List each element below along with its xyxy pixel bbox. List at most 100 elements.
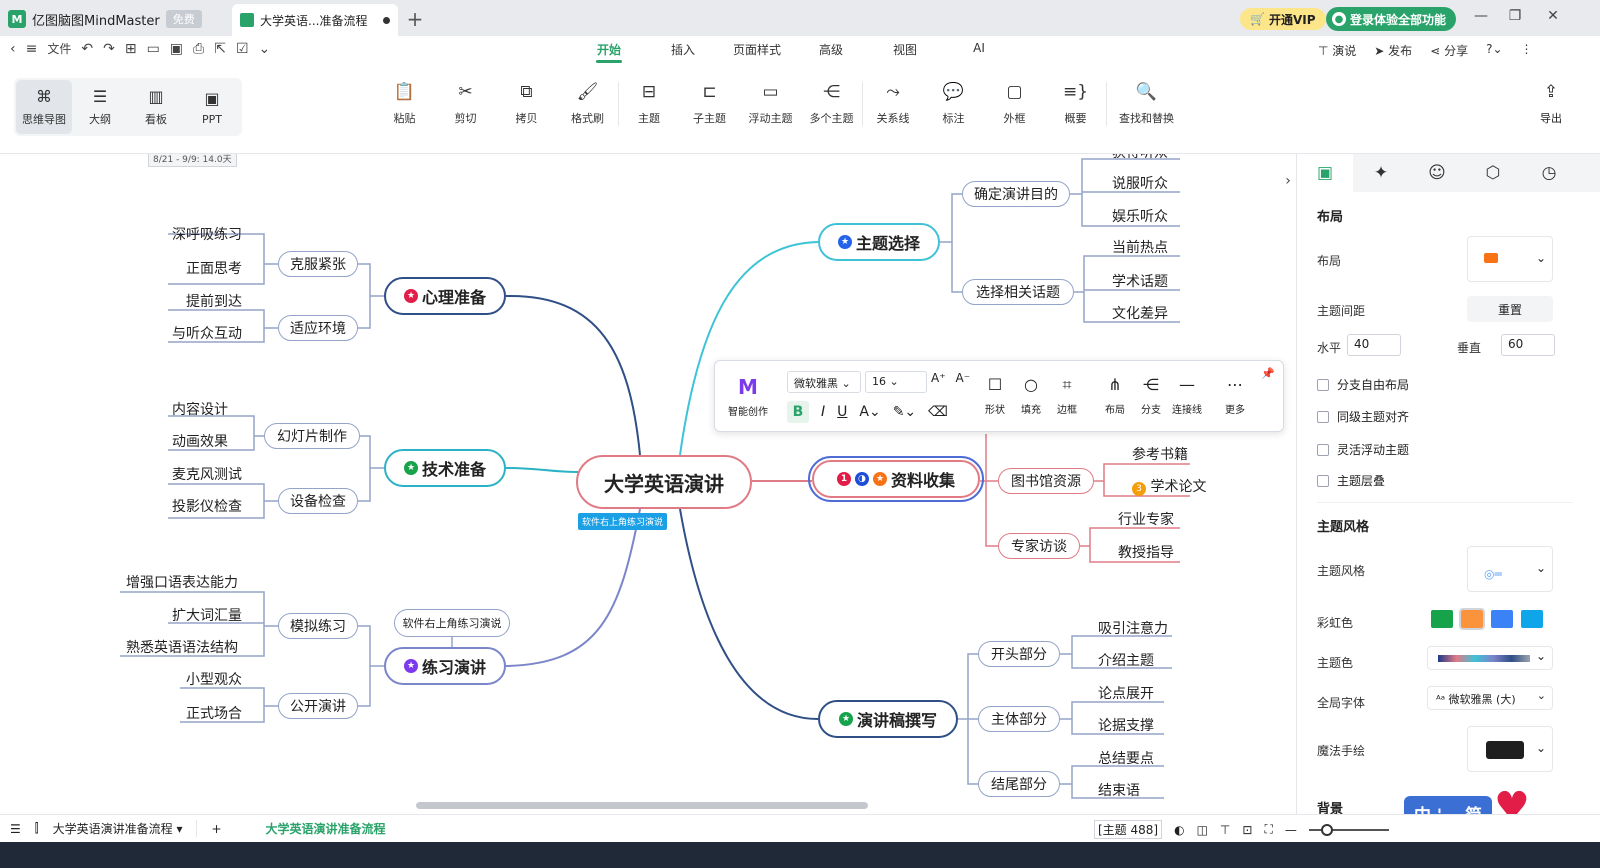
new-tab-button[interactable]: + — [404, 7, 426, 31]
main-topic-psychology[interactable]: ★ 心理准备 — [384, 277, 506, 315]
tab-advanced[interactable]: 高级 — [794, 41, 868, 58]
layout-select[interactable]: ⌄ — [1467, 236, 1553, 282]
theme-style-select[interactable]: ◎═ ⌄ — [1467, 546, 1553, 592]
view-outline[interactable]: ☰ 大纲 — [72, 80, 128, 134]
main-topic-research[interactable]: 1 ◑ ★ 资料收集 — [808, 456, 984, 502]
relationship-button[interactable]: ⤳ 关系线 — [862, 82, 923, 126]
leaf-topic[interactable]: 介绍主题 — [1098, 650, 1154, 670]
layout-button[interactable]: ⋔ 布局 — [1097, 375, 1133, 416]
global-font-select[interactable]: ᴬᵃ 微软雅黑 (大) ⌄ — [1427, 686, 1553, 710]
vertical-spacing-input[interactable]: 60 — [1501, 334, 1555, 356]
central-topic[interactable]: 大学英语演讲 — [576, 455, 752, 509]
font-grow-icon[interactable]: A⁺ — [931, 371, 946, 385]
more-button[interactable]: ⋯ 更多 — [1217, 375, 1253, 416]
outline-toggle-icon[interactable]: ☰ — [10, 822, 21, 836]
app-tab[interactable]: M 亿图脑图MindMaster 免费 — [8, 6, 202, 32]
align-checkbox[interactable]: 同级主题对齐 — [1317, 408, 1409, 425]
minimize-button[interactable]: — — [1470, 8, 1492, 28]
magic-hand-select[interactable]: ⌄ — [1467, 726, 1553, 772]
rainbow-swatch-1[interactable] — [1431, 610, 1453, 628]
hamburger-icon[interactable]: ≡ — [26, 41, 38, 57]
floating-topic-button[interactable]: ▭ 浮动主题 — [740, 82, 801, 126]
leaf-topic[interactable]: 扩大词汇量 — [172, 605, 242, 625]
branch-button[interactable]: ⋲ 分支 — [1133, 375, 1169, 416]
file-menu[interactable]: 文件 — [47, 40, 71, 57]
subtopic[interactable]: 幻灯片制作 — [264, 423, 360, 449]
subtopic[interactable]: 确定演讲目的 — [962, 181, 1070, 207]
leaf-topic[interactable]: 增强口语表达能力 — [126, 572, 238, 592]
font-color-button[interactable]: A⌄ — [859, 404, 880, 420]
subtopic[interactable]: 主体部分 — [978, 706, 1060, 732]
leaf-topic[interactable]: 内容设计 — [172, 399, 228, 419]
main-topic-practice[interactable]: ★ 练习演讲 — [384, 647, 506, 685]
open-folder-icon[interactable]: ▭ — [147, 41, 160, 57]
copy-button[interactable]: ⧉ 拷贝 — [496, 82, 557, 126]
fill-button[interactable]: ○ 填充 — [1013, 375, 1049, 416]
multiple-topics-button[interactable]: ⋲ 多个主题 — [801, 82, 862, 126]
tab-ai[interactable]: AI — [942, 41, 1016, 58]
overlap-checkbox[interactable]: 主题层叠 — [1317, 472, 1385, 489]
add-sheet-icon[interactable]: + — [211, 822, 221, 836]
leaf-topic[interactable]: 说服听众 — [1112, 173, 1168, 193]
subtopic[interactable]: 开头部分 — [978, 641, 1060, 667]
sidebar-toggle-icon[interactable]: ⫿ — [35, 821, 39, 836]
leaf-topic[interactable]: 动画效果 — [172, 431, 228, 451]
help-icon[interactable]: ?⌄ — [1486, 42, 1502, 59]
leaf-topic[interactable]: 吸引注意力 — [1098, 618, 1168, 638]
leaf-topic[interactable]: 娱乐听众 — [1112, 206, 1168, 226]
panel-tab-theme[interactable]: ⬡ — [1465, 154, 1521, 192]
leaf-topic[interactable]: 正面思考 — [186, 258, 242, 278]
subtopic[interactable]: 克服紧张 — [278, 251, 358, 277]
free-layout-checkbox[interactable]: 分支自由布局 — [1317, 376, 1409, 393]
login-button[interactable]: ● 登录体验全部功能 — [1326, 7, 1457, 31]
rainbow-swatch-2[interactable] — [1459, 608, 1485, 630]
subtopic[interactable]: 专家访谈 — [998, 533, 1080, 559]
leaf-topic[interactable]: 当前热点 — [1112, 237, 1168, 257]
task-icon[interactable]: ☑ — [236, 41, 249, 57]
ai-create-button[interactable]: M 智能创作 — [723, 375, 773, 418]
rainbow-swatch-4[interactable] — [1521, 610, 1543, 628]
more-dropdown-icon[interactable]: ⌄ — [259, 41, 271, 57]
mindmap-canvas[interactable]: 8/21 - 9/9: 14.0天 大学英语演讲 软件右上角练习演说 ★ 心理准… — [0, 154, 1296, 814]
underline-button[interactable]: U — [837, 404, 847, 420]
tab-insert[interactable]: 插入 — [646, 41, 720, 58]
close-button[interactable]: ✕ — [1542, 8, 1564, 28]
tab-view[interactable]: 视图 — [868, 41, 942, 58]
cut-button[interactable]: ✂ 剪切 — [435, 82, 496, 126]
leaf-topic[interactable]: 提前到达 — [186, 291, 242, 311]
view-ppt[interactable]: ▣ PPT — [184, 80, 240, 134]
rainbow-swatch-3[interactable] — [1491, 610, 1513, 628]
leaf-topic[interactable]: 总结要点 — [1098, 748, 1154, 768]
leaf-topic[interactable]: 行业专家 — [1118, 509, 1174, 529]
floating-checkbox[interactable]: 灵活浮动主题 — [1317, 441, 1409, 458]
main-topic-writing[interactable]: ★ 演讲稿撰写 — [818, 700, 958, 738]
view-kanban[interactable]: ▥ 看板 — [128, 80, 184, 134]
zoom-slider[interactable] — [1308, 823, 1389, 836]
panel-tab-history[interactable]: ◷ — [1521, 154, 1577, 192]
view-mindmap[interactable]: ⌘ 思维导图 — [16, 80, 72, 134]
publish-button[interactable]: ➤ 发布 — [1374, 42, 1412, 59]
format-painter-button[interactable]: 🖌 格式刷 — [557, 82, 618, 126]
leaf-topic[interactable]: 投影仪检查 — [172, 496, 242, 516]
fullscreen-icon[interactable]: ⛶ — [1264, 822, 1272, 837]
zoom-knob[interactable] — [1320, 823, 1333, 836]
leaf-topic[interactable]: 麦克风测试 — [172, 464, 242, 484]
redo-icon[interactable]: ↷ — [103, 41, 115, 57]
border-button[interactable]: ⌗ 边框 — [1049, 375, 1085, 416]
panel-tab-icons[interactable]: ☺ — [1409, 154, 1465, 192]
main-topic-technical[interactable]: ★ 技术准备 — [384, 449, 506, 487]
leaf-topic[interactable]: 参考书籍 — [1132, 444, 1188, 464]
leaf-topic[interactable]: 论据支撑 — [1098, 715, 1154, 735]
panel-tab-format[interactable]: ▣ — [1297, 154, 1353, 192]
shape-button[interactable]: ☐ 形状 — [977, 375, 1013, 416]
subtopic[interactable]: 设备检查 — [278, 488, 358, 514]
bold-button[interactable]: B — [787, 401, 809, 423]
book-view-icon[interactable]: ◫ — [1197, 823, 1208, 837]
more-menu-icon[interactable]: ⋮ — [1521, 42, 1533, 59]
leaf-topic[interactable]: 熟悉英语语法结构 — [126, 637, 238, 657]
subtopic[interactable]: 模拟练习 — [278, 613, 358, 639]
restore-button[interactable]: ❐ — [1504, 8, 1526, 28]
horizontal-spacing-input[interactable]: 40 — [1347, 334, 1401, 356]
find-replace-button[interactable]: 🔍 查找和替换 — [1106, 82, 1186, 126]
leaf-topic[interactable]: 小型观众 — [186, 669, 242, 689]
